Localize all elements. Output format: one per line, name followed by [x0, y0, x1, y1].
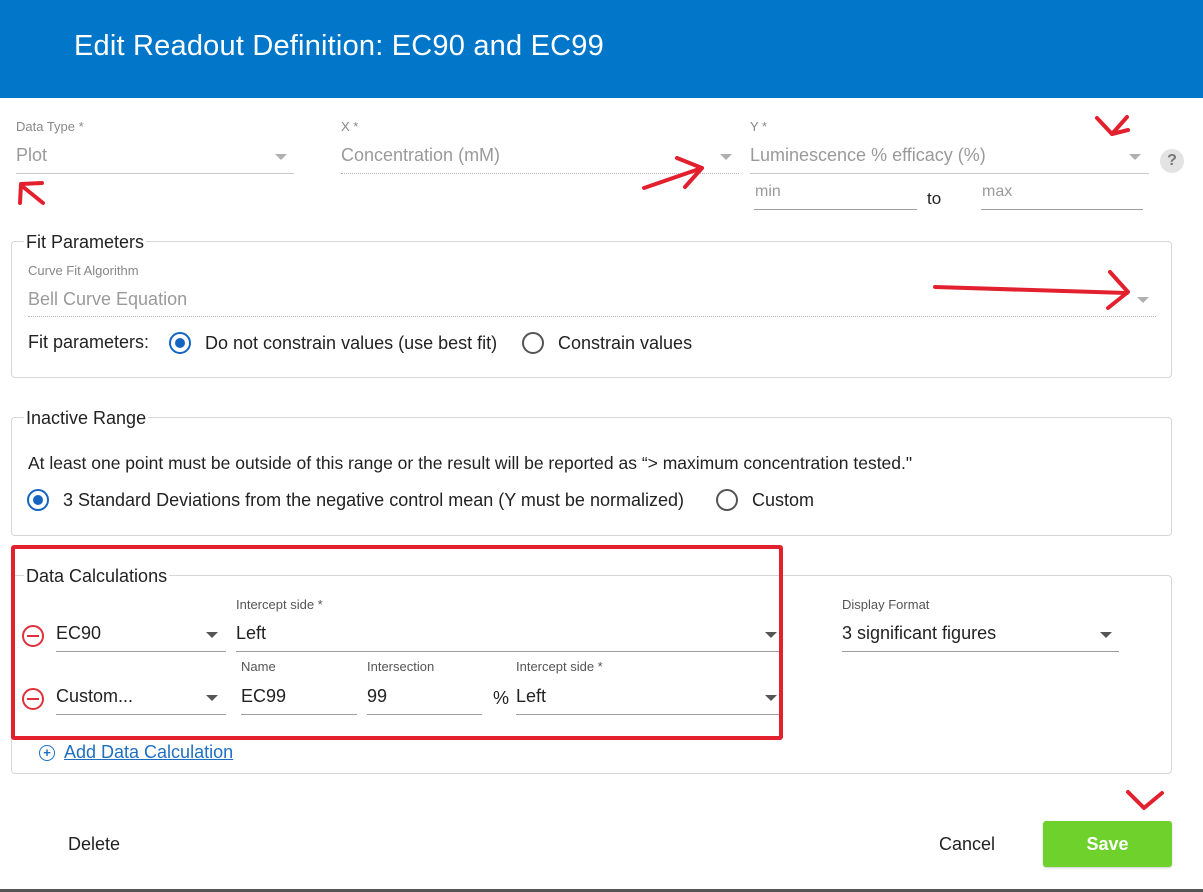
data-type-value: Plot [16, 145, 48, 165]
display-format-chevron-down-icon [1100, 632, 1112, 638]
cancel-button[interactable]: Cancel [939, 834, 995, 855]
calc-type-ec90-select[interactable] [56, 651, 226, 652]
annotation-arrow-icon [1095, 115, 1130, 136]
name-label: Name [241, 659, 276, 674]
curve-fit-algorithm-label: Curve Fit Algorithm [28, 263, 139, 278]
fit-parameters-label: Fit parameters: [28, 332, 150, 352]
name-input-underline [241, 714, 357, 715]
data-type-select[interactable] [16, 173, 294, 174]
dialog-title: Edit Readout Definition: EC90 and EC99 [74, 30, 604, 62]
radio-do-not-constrain[interactable] [169, 332, 191, 354]
data-type-label: Data Type * [16, 119, 84, 134]
fit-parameters-legend: Fit Parameters [24, 232, 147, 253]
radio-standard-deviations-label: 3 Standard Deviations from the negative … [63, 490, 684, 510]
calc-type-ec90: EC90 [56, 623, 102, 643]
delete-button[interactable]: Delete [68, 834, 120, 855]
display-format-label: Display Format [842, 597, 930, 612]
data-calculations-legend: Data Calculations [24, 566, 170, 587]
calc-type-ec90-chevron-down-icon [206, 632, 218, 638]
annotation-arrow-icon [18, 181, 45, 205]
y-axis-label: Y * [750, 119, 768, 134]
curve-fit-algorithm-select[interactable] [28, 316, 1156, 317]
radio-standard-deviations[interactable] [27, 489, 49, 511]
inactive-range-fieldset [11, 417, 1172, 536]
x-axis-label: X * [341, 119, 359, 134]
y-max-underline [981, 209, 1143, 210]
row1-intercept-chevron-down-icon [765, 632, 777, 638]
display-format-value: 3 significant figures [842, 623, 997, 643]
radio-custom-range[interactable] [716, 489, 738, 511]
add-data-calculation-link[interactable]: Add Data Calculation [64, 742, 233, 763]
y-axis-chevron-down-icon [1129, 154, 1141, 160]
y-min-input[interactable]: min [755, 183, 781, 201]
row2-intercept-chevron-down-icon [765, 695, 777, 701]
y-axis-select[interactable] [750, 173, 1149, 174]
radio-constrain-values-label: Constrain values [558, 333, 693, 353]
x-axis-value: Concentration (mM) [341, 145, 501, 165]
dialog-header: Edit Readout Definition: EC90 and EC99 [0, 0, 1203, 98]
curve-fit-chevron-down-icon [1137, 297, 1149, 303]
remove-custom-icon[interactable] [22, 688, 44, 710]
row1-intercept-side-label: Intercept side * [236, 597, 323, 612]
remove-ec90-icon[interactable] [22, 625, 44, 647]
row2-intercept-side-value: Left [516, 686, 547, 706]
data-type-chevron-down-icon [275, 154, 287, 160]
y-axis-value: Luminescence % efficacy (%) [750, 145, 986, 165]
radio-constrain-values[interactable] [522, 332, 544, 354]
row1-intercept-side-value: Left [236, 623, 267, 643]
row2-intercept-side-label: Intercept side * [516, 659, 603, 674]
row2-intercept-side-select[interactable] [516, 714, 781, 715]
y-min-underline [754, 209, 917, 210]
radio-custom-range-label: Custom [752, 490, 815, 510]
y-max-input[interactable]: max [982, 183, 1012, 201]
x-axis-chevron-down-icon [720, 154, 732, 160]
percent-symbol: % [493, 688, 510, 708]
x-axis-select[interactable] [341, 173, 739, 174]
name-input[interactable]: EC99 [241, 686, 286, 707]
intersection-input[interactable]: 99 [367, 686, 387, 707]
to-label: to [927, 189, 942, 208]
calc-type-custom: Custom... [56, 686, 134, 706]
intersection-input-underline [367, 714, 482, 715]
display-format-select[interactable] [842, 651, 1119, 652]
intersection-label: Intersection [367, 659, 435, 674]
calc-type-custom-select[interactable] [56, 714, 226, 715]
radio-do-not-constrain-label: Do not constrain values (use best fit) [205, 333, 498, 353]
annotation-arrow-icon [1126, 790, 1164, 810]
help-icon[interactable]: ? [1160, 149, 1184, 173]
inactive-range-legend: Inactive Range [24, 408, 149, 429]
inactive-range-description: At least one point must be outside of th… [28, 453, 913, 473]
save-button[interactable]: Save [1043, 821, 1172, 867]
add-circle-icon[interactable]: + [39, 745, 55, 761]
calc-type-custom-chevron-down-icon [206, 695, 218, 701]
curve-fit-algorithm-value: Bell Curve Equation [28, 289, 188, 309]
row1-intercept-side-select[interactable] [236, 651, 781, 652]
